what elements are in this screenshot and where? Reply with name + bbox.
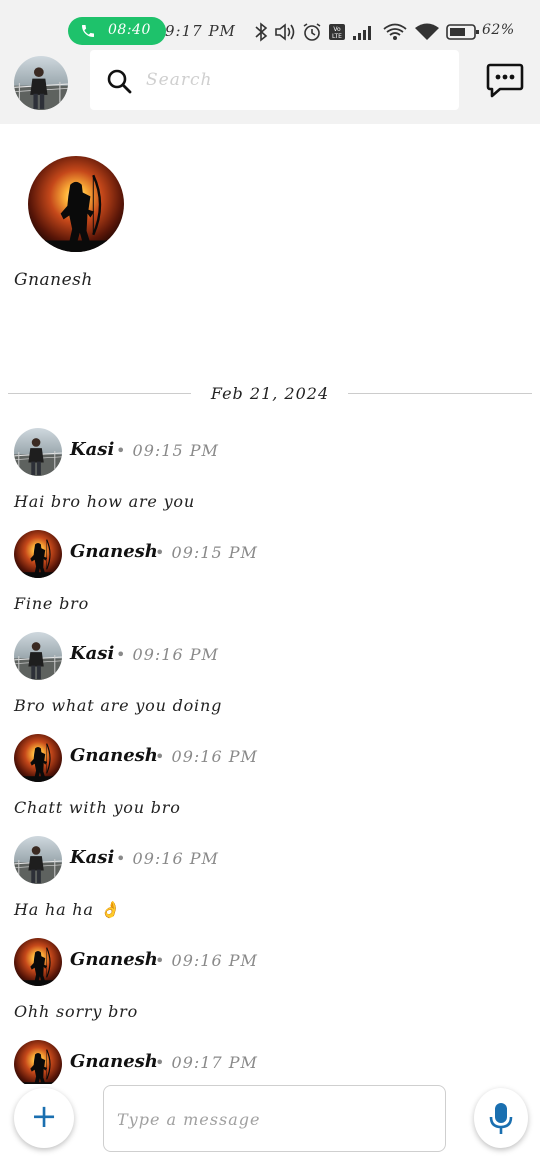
clock: 9:17 PM	[165, 22, 236, 40]
sender-avatar[interactable]	[14, 1040, 62, 1084]
ongoing-call-pill[interactable]: 08:40	[68, 17, 166, 45]
phone-icon	[82, 25, 94, 37]
sender-name: Gnanesh	[70, 541, 158, 562]
message-time: • 09:16 PM	[116, 645, 219, 664]
sender-avatar[interactable]	[14, 530, 62, 578]
sender-avatar[interactable]	[14, 734, 62, 782]
svg-text:LTE: LTE	[332, 33, 342, 40]
message-item[interactable]: Gnanesh • 09:16 PM Ohh sorry bro	[0, 938, 540, 1040]
voice-record-button[interactable]	[474, 1088, 528, 1148]
alarm-icon	[303, 23, 321, 41]
message-text: Fine bro	[14, 594, 90, 613]
message-input-placeholder: Type a message	[117, 1110, 261, 1129]
sender-avatar[interactable]	[14, 836, 62, 884]
sender-avatar[interactable]	[14, 428, 62, 476]
call-duration: 08:40	[108, 22, 151, 38]
message-text: Bro what are you doing	[14, 696, 223, 715]
wifi-icon	[415, 23, 439, 40]
search-bar[interactable]: Search	[90, 50, 459, 110]
sender-name: Kasi	[70, 847, 115, 868]
my-avatar[interactable]	[14, 56, 68, 110]
message-text: Ha ha ha 👌	[14, 900, 121, 919]
message-time: • 09:16 PM	[155, 951, 258, 970]
battery-percent: 62%	[482, 22, 515, 38]
signal-icon	[353, 26, 371, 40]
message-time: • 09:16 PM	[116, 849, 219, 868]
message-item[interactable]: Kasi • 09:15 PM Hai bro how are you	[0, 428, 540, 530]
message-item[interactable]: Gnanesh • 09:17 PM	[0, 1040, 540, 1084]
message-time: • 09:15 PM	[155, 543, 258, 562]
status-bar: 08:40 9:17 PM Vo LTE 62%	[0, 0, 540, 50]
contact-avatar[interactable]	[28, 156, 124, 252]
chat-bubble-icon[interactable]	[486, 62, 524, 98]
svg-text:Vo: Vo	[333, 26, 341, 33]
wifi-calling-icon	[383, 23, 407, 40]
sender-name: Kasi	[70, 643, 115, 664]
sender-name: Gnanesh	[70, 1051, 158, 1072]
message-text: Hai bro how are you	[14, 492, 195, 511]
top-bar: Search	[0, 50, 540, 124]
volte-icon: VoLTE	[329, 24, 345, 40]
message-time: • 09:15 PM	[116, 441, 219, 460]
message-time: • 09:17 PM	[155, 1053, 258, 1072]
microphone-icon	[489, 1103, 513, 1134]
message-text: Ohh sorry bro	[14, 1002, 139, 1021]
message-item[interactable]: Kasi • 09:16 PM Ha ha ha 👌	[0, 836, 540, 938]
message-item[interactable]: Gnanesh • 09:15 PM Fine bro	[0, 530, 540, 632]
date-label: Feb 21, 2024	[210, 384, 330, 403]
message-item[interactable]: Gnanesh • 09:16 PM Chatt with you bro	[0, 734, 540, 836]
battery-icon	[446, 24, 479, 40]
status-icons: Vo LTE	[254, 20, 480, 44]
sender-avatar[interactable]	[14, 938, 62, 986]
bluetooth-icon	[255, 22, 268, 42]
message-input[interactable]: Type a message	[103, 1085, 446, 1152]
sender-avatar[interactable]	[14, 632, 62, 680]
sender-name: Gnanesh	[70, 745, 158, 766]
plus-icon: +	[30, 1097, 58, 1135]
search-icon	[107, 69, 132, 94]
add-attachment-button[interactable]: +	[14, 1088, 74, 1148]
volume-icon	[275, 23, 295, 41]
contact-name: Gnanesh	[14, 270, 93, 290]
search-input[interactable]: Search	[146, 70, 212, 90]
sender-name: Kasi	[70, 439, 115, 460]
sender-name: Gnanesh	[70, 949, 158, 970]
message-time: • 09:16 PM	[155, 747, 258, 766]
message-item[interactable]: Kasi • 09:16 PM Bro what are you doing	[0, 632, 540, 734]
message-text: Chatt with you bro	[14, 798, 181, 817]
